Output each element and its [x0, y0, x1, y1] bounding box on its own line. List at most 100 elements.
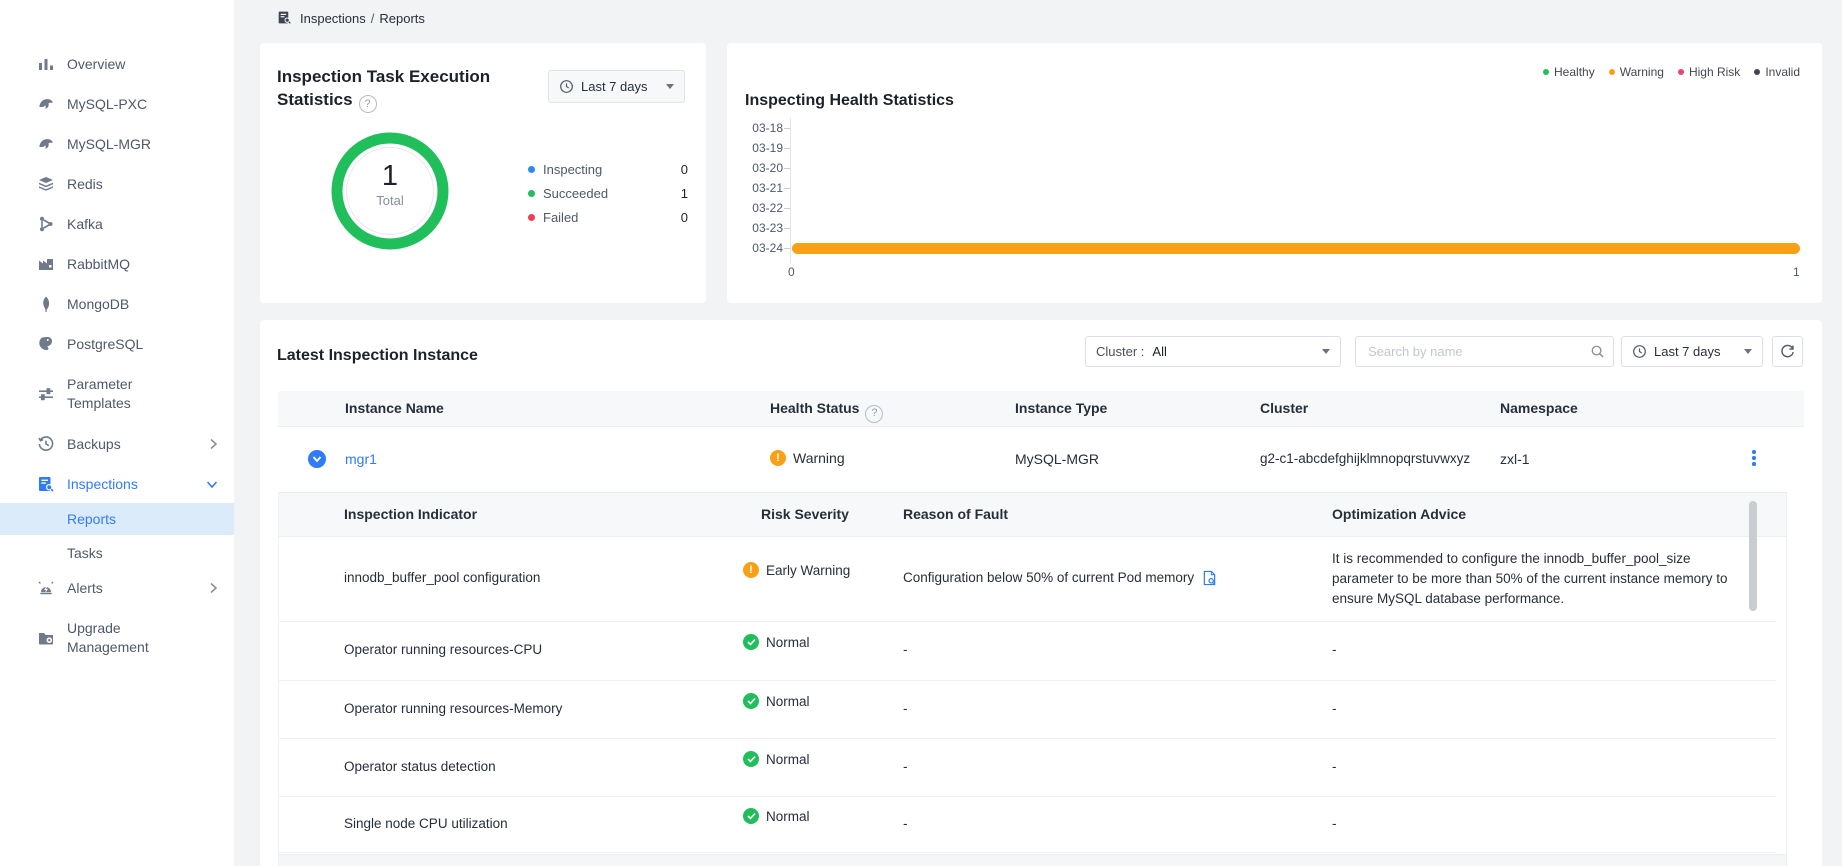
- date-range-value: Last 7 days: [581, 79, 648, 94]
- sidebar-item-label: Kafka: [67, 215, 195, 234]
- cluster-filter-select[interactable]: Cluster : All: [1085, 336, 1341, 367]
- sidebar-item-backups[interactable]: Backups: [0, 424, 234, 464]
- risk-severity-text: Early Warning: [766, 563, 850, 578]
- latest-inspection-card: Latest Inspection Instance Cluster : All…: [260, 320, 1822, 866]
- sidebar-item-mysql-pxc[interactable]: MySQL-PXC: [0, 84, 234, 124]
- card-title-wrap: Inspection Task Execution Statistics: [277, 65, 507, 113]
- legend-dot-icon: [1754, 69, 1760, 75]
- caret-down-icon: [666, 84, 674, 89]
- legend-item-healthy[interactable]: Healthy: [1543, 65, 1595, 79]
- breadcrumb-separator: /: [371, 11, 375, 26]
- card-title: Latest Inspection Instance: [277, 344, 478, 367]
- advice-cell: It is recommended to configure the innod…: [1332, 549, 1747, 609]
- instance-type-cell: MySQL-MGR: [1015, 449, 1099, 469]
- bar-chart-icon: [37, 55, 55, 73]
- y-tick-label: 03-20: [740, 158, 783, 178]
- collapse-row-button[interactable]: [308, 450, 326, 468]
- legend-item-failed: Failed 0: [528, 210, 688, 225]
- breadcrumb-item[interactable]: Inspections: [300, 11, 366, 26]
- warning-icon: !: [743, 562, 759, 578]
- inspection-detail-panel: Inspection Indicator Risk Severity Reaso…: [278, 492, 1787, 866]
- sidebar-item-label: Alerts: [67, 579, 195, 598]
- sidebar-item-label: RabbitMQ: [67, 255, 195, 274]
- subtable-scrollbar-thumb[interactable]: [1749, 501, 1757, 611]
- legend-item-high-risk[interactable]: High Risk: [1678, 65, 1740, 79]
- sidebar-item-label: Redis: [67, 175, 195, 194]
- risk-severity-text: Normal: [766, 809, 810, 824]
- legend-value: 0: [681, 162, 688, 177]
- donut-total-label: Total: [324, 193, 456, 208]
- sidebar-item-kafka[interactable]: Kafka: [0, 204, 234, 244]
- elephant-icon: [37, 335, 55, 353]
- sidebar-item-tasks[interactable]: Tasks: [0, 537, 234, 569]
- legend-dot-icon: [528, 166, 535, 173]
- indicator-cell: Operator running resources-Memory: [344, 699, 562, 719]
- sidebar-item-label: MySQL-MGR: [67, 135, 195, 154]
- sidebar-item-inspections[interactable]: Inspections: [0, 464, 234, 504]
- sidebar-item-label: Upgrade Management: [67, 619, 195, 657]
- help-icon[interactable]: [865, 405, 883, 423]
- legend-label: Inspecting: [543, 162, 602, 177]
- subtable-row: Operator running resources-CPU Normal - …: [279, 621, 1776, 681]
- sidebar-item-label: PostgreSQL: [67, 335, 195, 354]
- sidebar-item-mysql-mgr[interactable]: MySQL-MGR: [0, 124, 234, 164]
- date-range-select[interactable]: Last 7 days: [548, 70, 685, 103]
- reason-cell: -: [903, 757, 908, 777]
- sidebar-item-label: Inspections: [67, 475, 195, 494]
- subtable-row: Operator status detection Normal - -: [279, 738, 1776, 797]
- check-icon: [743, 808, 759, 824]
- dolphin-icon: [37, 95, 55, 113]
- sidebar-item-mongodb[interactable]: MongoDB: [0, 284, 234, 324]
- next-row-edge: [279, 854, 1786, 866]
- search-input[interactable]: [1366, 343, 1590, 360]
- doc-search-icon[interactable]: [1202, 570, 1217, 586]
- instance-name-link[interactable]: mgr1: [345, 449, 377, 469]
- row-actions-menu[interactable]: [1749, 447, 1759, 469]
- legend-label: High Risk: [1689, 65, 1740, 79]
- search-icon[interactable]: [1590, 344, 1605, 359]
- subcolumn-reason-of-fault: Reason of Fault: [903, 493, 1008, 536]
- sidebar-item-redis[interactable]: Redis: [0, 164, 234, 204]
- help-icon[interactable]: [359, 95, 377, 113]
- legend-dot-icon: [528, 190, 535, 197]
- report-search-icon: [277, 10, 293, 26]
- sidebar-item-upgrade-management[interactable]: Upgrade Management: [0, 608, 234, 668]
- x-tick-label: 1: [1793, 265, 1800, 279]
- refresh-button[interactable]: [1772, 336, 1803, 367]
- legend-item-warning[interactable]: Warning: [1609, 65, 1664, 79]
- report-search-icon: [37, 475, 55, 493]
- legend-dot-icon: [1609, 69, 1615, 75]
- sidebar-item-alerts[interactable]: Alerts: [0, 568, 234, 608]
- sidebar-item-rabbitmq[interactable]: RabbitMQ: [0, 244, 234, 284]
- legend-item-invalid[interactable]: Invalid: [1754, 65, 1800, 79]
- indicator-cell: Operator running resources-CPU: [344, 640, 542, 660]
- leaf-icon: [37, 295, 55, 313]
- y-tick-label: 03-22: [740, 198, 783, 218]
- card-title: Inspection Task Execution Statistics: [277, 67, 490, 109]
- y-tick-label: 03-18: [740, 118, 783, 138]
- date-range-select[interactable]: Last 7 days: [1621, 336, 1763, 367]
- check-icon: [743, 634, 759, 650]
- sidebar-item-overview[interactable]: Overview: [0, 44, 234, 84]
- sidebar-item-label: Tasks: [67, 545, 103, 561]
- sidebar-item-postgresql[interactable]: PostgreSQL: [0, 324, 234, 364]
- sidebar-item-parameter-templates[interactable]: Parameter Templates: [0, 364, 234, 424]
- cluster-filter-label: Cluster :: [1096, 344, 1144, 359]
- bar-03-24-warning[interactable]: [792, 243, 1800, 254]
- backup-clock-icon: [37, 435, 55, 453]
- column-header-instance-name: Instance Name: [345, 391, 444, 426]
- sidebar: Overview MySQL-PXC MySQL-MGR Redis Kafka…: [0, 0, 234, 866]
- risk-severity-text: Normal: [766, 635, 810, 650]
- reason-cell: -: [903, 814, 908, 834]
- y-tick-label: 03-23: [740, 218, 783, 238]
- chevron-down-icon: [206, 480, 218, 489]
- sliders-icon: [37, 385, 55, 403]
- breadcrumb: Inspections / Reports: [277, 10, 425, 26]
- risk-severity-text: Normal: [766, 752, 810, 767]
- legend-dot-icon: [1543, 69, 1549, 75]
- alarm-icon: [37, 579, 55, 597]
- donut-center: 1 Total: [324, 161, 456, 208]
- y-tick-label: 03-21: [740, 178, 783, 198]
- risk-severity-text: Normal: [766, 694, 810, 709]
- sidebar-item-reports[interactable]: Reports: [0, 503, 234, 535]
